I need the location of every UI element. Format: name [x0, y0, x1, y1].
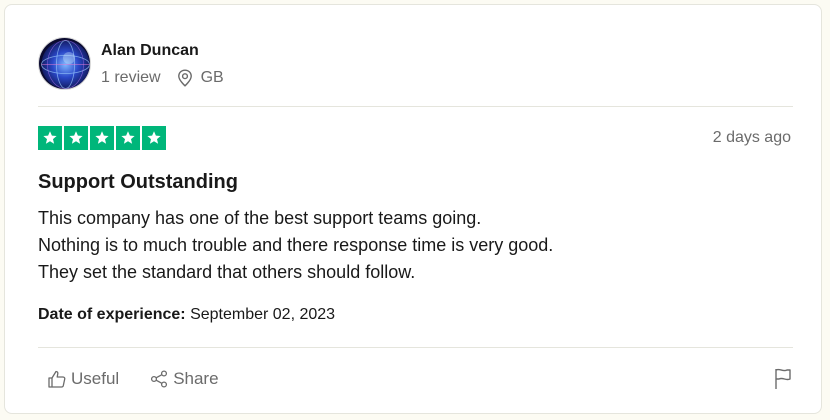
useful-label: Useful — [71, 369, 120, 388]
consumer-country: GB — [200, 69, 224, 86]
star-rating — [38, 126, 166, 150]
divider — [38, 347, 793, 348]
star-icon — [121, 131, 135, 144]
review-title[interactable]: Support Outstanding — [38, 171, 238, 194]
review-body: This company has one of the best support… — [38, 205, 553, 286]
review-actions: Useful Share — [45, 367, 221, 391]
star-icon — [95, 131, 109, 144]
location-pin-icon — [177, 69, 193, 87]
report-button[interactable] — [773, 367, 793, 396]
date-of-experience: Date of experience: September 02, 2023 — [38, 306, 335, 324]
experience-label: Date of experience: — [38, 306, 186, 323]
review-date: 2 days ago — [712, 129, 791, 146]
consumer-meta: 1 review GB — [101, 67, 224, 89]
review-card: Alan Duncan 1 review GB 2 days ago Suppo… — [4, 4, 822, 414]
star-box — [38, 126, 62, 150]
consumer-info: Alan Duncan 1 review GB — [38, 35, 224, 91]
flag-icon — [773, 367, 793, 396]
star-box — [142, 126, 166, 150]
thumbs-up-icon — [47, 369, 67, 389]
star-icon — [43, 131, 57, 144]
avatar[interactable] — [38, 36, 91, 90]
divider — [38, 106, 793, 107]
share-button[interactable]: Share — [147, 367, 220, 391]
review-count: 1 review — [101, 69, 161, 86]
star-box — [64, 126, 88, 150]
star-icon — [69, 131, 83, 144]
consumer-name[interactable]: Alan Duncan — [101, 41, 224, 61]
share-icon — [149, 369, 169, 389]
experience-date: September 02, 2023 — [190, 306, 336, 323]
star-box — [116, 126, 140, 150]
review-body-line: They set the standard that others should… — [38, 262, 416, 282]
share-label: Share — [173, 369, 219, 388]
review-body-line: Nothing is to much trouble and there res… — [38, 235, 554, 255]
review-body-line: This company has one of the best support… — [38, 208, 482, 228]
useful-button[interactable]: Useful — [45, 367, 121, 391]
consumer-details: Alan Duncan 1 review GB — [101, 37, 224, 89]
star-icon — [147, 131, 161, 144]
star-box — [90, 126, 114, 150]
